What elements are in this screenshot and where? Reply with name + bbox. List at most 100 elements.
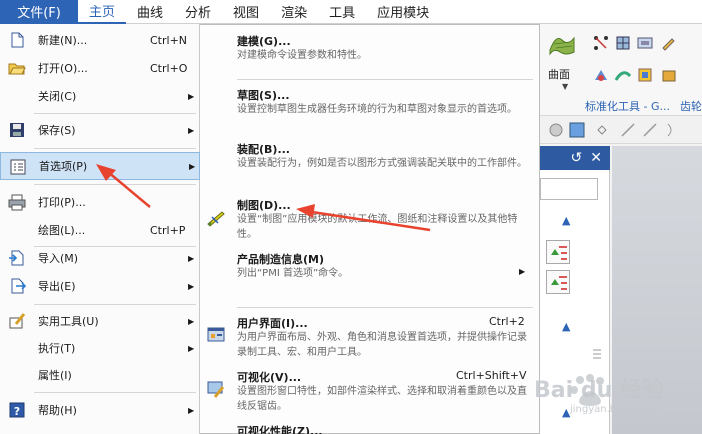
submenu-arrow-icon: ▶ bbox=[189, 161, 196, 171]
watermark-text: Bai du 经验 bbox=[534, 378, 664, 403]
tab-analysis[interactable]: 分析 bbox=[174, 0, 222, 24]
menu-item-label: 帮助(H) bbox=[38, 404, 77, 417]
export-icon bbox=[8, 277, 27, 295]
file-menu-tab[interactable]: 文件(F) bbox=[0, 0, 78, 24]
box-icon[interactable] bbox=[660, 66, 678, 84]
submenu-arrow-icon: ▶ bbox=[188, 343, 195, 353]
pref-item-sketch[interactable]: 草图(S)... 设置控制草图生成器任务环境的行为和草图对象显示的首选项。 bbox=[200, 87, 538, 137]
pref-item-description: 设置图形窗口特性，如部件渲染样式、选择和取消着重颜色以及直线反锯齿。 bbox=[237, 386, 527, 412]
submenu-arrow-icon: ▶ bbox=[188, 91, 195, 101]
utility-tools-icon bbox=[8, 312, 26, 330]
sweep-icon[interactable] bbox=[614, 66, 632, 84]
submenu-arrow-icon: ▶ bbox=[188, 253, 195, 263]
menu-item-label: 首选项(P) bbox=[39, 160, 88, 173]
visualization-icon bbox=[206, 379, 226, 399]
menu-separator bbox=[237, 79, 533, 80]
menu-item-label: 实用工具(U) bbox=[38, 315, 99, 328]
menu-item-label: 打印(P)... bbox=[38, 196, 86, 209]
printer-icon bbox=[8, 193, 26, 211]
navigator-header: ↺ ✕ bbox=[540, 146, 610, 170]
watermark: Bai du 经验 jingyan.baidu.com bbox=[510, 368, 700, 428]
ribbon-group-extra[interactable]: 齿轮 bbox=[680, 98, 702, 114]
pref-item-user-interface[interactable]: 用户界面(I)... Ctrl+2 为用户界面布局、外观、角色和消息设置首选项，… bbox=[200, 315, 538, 365]
navigator-input[interactable] bbox=[540, 178, 598, 200]
tab-home[interactable]: 主页 bbox=[78, 0, 127, 24]
save-disk-icon bbox=[8, 121, 26, 139]
svg-text:?: ? bbox=[14, 405, 20, 418]
surface-button-label[interactable]: 曲面 bbox=[548, 66, 570, 82]
menu-item-execute[interactable]: 执行(T) ▶ bbox=[0, 334, 200, 362]
close-icon[interactable]: ✕ bbox=[590, 150, 602, 166]
selection-toolbar bbox=[540, 116, 702, 144]
ribbon-group-label[interactable]: 标准化工具 - G... bbox=[585, 98, 670, 114]
menu-item-preferences[interactable]: 首选项(P) ▶ bbox=[0, 152, 200, 180]
surface-icon[interactable] bbox=[548, 30, 576, 58]
menu-item-label: 导出(E) bbox=[38, 280, 76, 293]
pref-item-description: 对建模命令设置参数和特性。 bbox=[237, 50, 367, 61]
undo-icon[interactable]: ↺ bbox=[571, 150, 583, 166]
pref-item-description: 设置控制草图生成器任务环境的行为和草图对象显示的首选项。 bbox=[237, 104, 517, 115]
pref-item-visualization-performance[interactable]: 可视化性能(Z)... bbox=[200, 423, 538, 434]
chevron-up-icon[interactable]: ▲ bbox=[562, 320, 570, 333]
pref-item-drafting[interactable]: 制图(D)... 设置“制图”应用模块的默认工作流、图纸和注释设置以及其他特性。 bbox=[200, 197, 538, 247]
pref-item-shortcut: Ctrl+2 bbox=[489, 315, 525, 328]
tab-tools[interactable]: 工具 bbox=[318, 0, 366, 24]
menu-separator bbox=[34, 304, 196, 305]
pref-item-description: 列出“PMI 首选项”命令。 bbox=[237, 268, 349, 279]
menu-item-plot[interactable]: 绘图(L)... Ctrl+P bbox=[0, 216, 200, 244]
pref-item-description: 设置“制图”应用模块的默认工作流、图纸和注释设置以及其他特性。 bbox=[237, 214, 518, 240]
pref-item-modeling[interactable]: 建模(G)... 对建模命令设置参数和特性。 bbox=[200, 33, 538, 73]
menu-item-label: 新建(N)... bbox=[38, 34, 88, 47]
pref-item-description: 设置装配行为，例如是否以图形方式强调装配关联中的工作部件。 bbox=[237, 158, 527, 169]
menu-item-utilities[interactable]: 实用工具(U) ▶ bbox=[0, 307, 200, 335]
chevron-up-icon[interactable]: ▲ bbox=[562, 214, 570, 227]
pref-item-title: 建模(G)... bbox=[237, 35, 291, 48]
pref-item-title: 制图(D)... bbox=[237, 199, 291, 212]
pref-item-title: 装配(B)... bbox=[237, 143, 290, 156]
menu-item-export[interactable]: 导出(E) ▶ bbox=[0, 272, 200, 300]
pref-item-pmi[interactable]: 产品制造信息(M) 列出“PMI 首选项”命令。 ▶ bbox=[200, 251, 538, 285]
tab-view[interactable]: 视图 bbox=[222, 0, 270, 24]
blend-icon[interactable] bbox=[592, 66, 610, 84]
tab-curve[interactable]: 曲线 bbox=[126, 0, 174, 24]
menu-item-open[interactable]: 打开(O)... Ctrl+O bbox=[0, 54, 200, 82]
layer-icon[interactable] bbox=[636, 34, 654, 52]
mesh-icon[interactable] bbox=[614, 34, 632, 52]
menu-separator bbox=[34, 184, 196, 185]
menu-item-label: 关闭(C) bbox=[38, 90, 77, 103]
selection-toolbar-icons[interactable] bbox=[540, 116, 702, 144]
face-icon[interactable] bbox=[636, 66, 654, 84]
menu-item-label: 保存(S) bbox=[38, 124, 76, 137]
menu-item-help[interactable]: ? 帮助(H) ▶ bbox=[0, 396, 200, 424]
pencil-icon[interactable] bbox=[660, 34, 678, 52]
tab-render[interactable]: 渲染 bbox=[270, 0, 318, 24]
point-set-icon[interactable] bbox=[592, 34, 610, 52]
menu-item-shortcut: Ctrl+O bbox=[150, 61, 188, 75]
submenu-arrow-icon: ▶ bbox=[188, 281, 195, 291]
menu-item-shortcut: Ctrl+P bbox=[150, 223, 186, 237]
menu-item-import[interactable]: 导入(M) ▶ bbox=[0, 244, 200, 272]
tab-applications[interactable]: 应用模块 bbox=[366, 0, 440, 24]
menu-item-close[interactable]: 关闭(C) ▶ bbox=[0, 82, 200, 110]
preferences-icon bbox=[9, 158, 27, 176]
submenu-arrow-icon: ▶ bbox=[188, 405, 195, 415]
pref-item-description: 为用户界面布局、外观、角色和消息设置首选项，并提供操作记录录制工具、宏、和用户工… bbox=[237, 332, 527, 358]
preferences-submenu: 建模(G)... 对建模命令设置参数和特性。 草图(S)... 设置控制草图生成… bbox=[200, 24, 540, 434]
menu-item-label: 绘图(L)... bbox=[38, 224, 86, 237]
pref-item-title: 产品制造信息(M) bbox=[237, 253, 325, 266]
menu-item-new[interactable]: 新建(N)... Ctrl+N bbox=[0, 26, 200, 54]
pref-item-title: 可视化性能(Z)... bbox=[237, 425, 323, 434]
menu-item-save[interactable]: 保存(S) ▶ bbox=[0, 116, 200, 144]
pref-item-assembly[interactable]: 装配(B)... 设置装配行为，例如是否以图形方式强调装配关联中的工作部件。 bbox=[200, 141, 538, 191]
new-document-icon bbox=[8, 31, 26, 49]
tree-button-icon[interactable] bbox=[546, 240, 570, 264]
help-icon: ? bbox=[8, 401, 26, 419]
submenu-arrow-icon: ▶ bbox=[188, 125, 195, 135]
chevron-down-icon[interactable]: ▼ bbox=[562, 82, 568, 91]
menu-separator bbox=[34, 148, 196, 149]
menu-item-properties[interactable]: 属性(I) bbox=[0, 361, 200, 389]
tree-button-icon[interactable] bbox=[546, 270, 570, 294]
menu-item-print[interactable]: 打印(P)... bbox=[0, 188, 200, 216]
pref-item-visualization[interactable]: 可视化(V)... Ctrl+Shift+V 设置图形窗口特性，如部件渲染样式、… bbox=[200, 369, 538, 419]
menu-item-label: 打开(O)... bbox=[38, 62, 88, 75]
